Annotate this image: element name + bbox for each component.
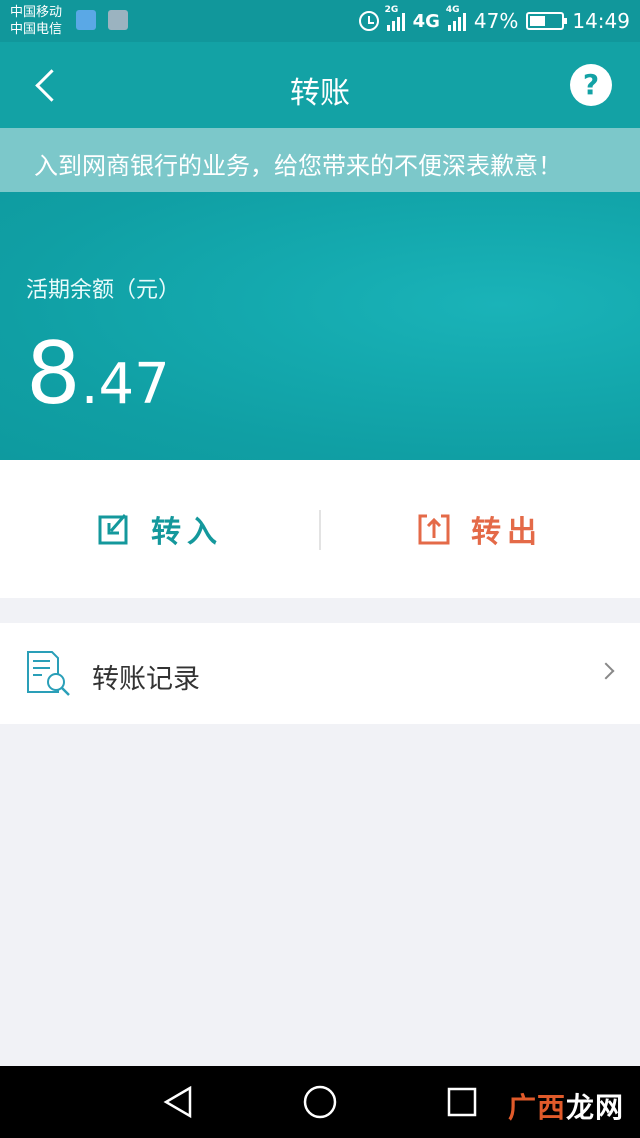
carrier-labels: 中国移动 中国电信 <box>10 4 62 38</box>
network-type: 4G <box>412 10 440 32</box>
battery-icon <box>526 12 568 30</box>
transfer-actions: 转入 转出 <box>0 460 640 598</box>
transfer-out-icon <box>418 514 450 545</box>
balance-panel: 活期余额（元） 8.47 <box>0 192 640 460</box>
page-title: 转账 <box>290 76 350 111</box>
balance-integer: 8 <box>26 324 81 424</box>
document-search-icon <box>27 651 70 696</box>
notice-text: 入到网商银行的业务，给您带来的不便深表歉意！ <box>34 152 562 180</box>
nav-recents-icon[interactable] <box>444 1084 480 1120</box>
watermark-part-b: 龙网 <box>565 1091 624 1124</box>
signal-4g-tag: 4G <box>445 5 460 15</box>
nav-bar: 转账 ? <box>0 42 640 128</box>
transfer-in-icon <box>98 514 128 545</box>
carrier-2: 中国电信 <box>10 22 63 37</box>
system-nav-bar: 广西龙网 <box>0 1066 640 1138</box>
battery-percent: 47% <box>473 9 519 33</box>
balance-amount: 8.47 <box>26 324 170 435</box>
status-bar: 中国移动 中国电信 2G 4G 4G 47% 14:49 <box>0 0 640 42</box>
balance-label: 活期余额（元） <box>26 278 181 303</box>
signal-2g-icon: 2G <box>385 5 405 31</box>
nav-back-icon[interactable] <box>160 1084 196 1120</box>
gallery-notification-icon <box>108 10 128 30</box>
clock: 14:49 <box>572 9 630 33</box>
carrier-1: 中国移动 <box>10 5 63 20</box>
transfer-in-button[interactable]: 转入 <box>0 460 320 598</box>
alarm-icon <box>358 11 379 31</box>
notice-banner[interactable]: 入到网商银行的业务，给您带来的不便深表歉意！ <box>0 128 640 192</box>
transfer-out-button[interactable]: 转出 <box>320 460 640 598</box>
transfer-records-row[interactable]: 转账记录 <box>0 623 640 724</box>
transfer-in-label: 转入 <box>151 515 223 550</box>
nav-home-icon[interactable] <box>302 1084 338 1120</box>
question-mark-icon[interactable]: ? <box>570 64 612 106</box>
balance-decimal: .47 <box>80 352 170 417</box>
signal-2g-tag: 2G <box>384 5 399 15</box>
status-indicators: 2G 4G 4G 47% 14:49 <box>358 5 630 36</box>
watermark: 广西龙网 <box>508 1086 624 1126</box>
transfer-out-label: 转出 <box>471 515 543 550</box>
watermark-part-a: 广西 <box>507 1091 566 1124</box>
signal-4g-icon: 4G <box>446 5 466 31</box>
health-app-icon <box>76 10 96 30</box>
chevron-right-icon <box>597 662 615 680</box>
transfer-records-label: 转账记录 <box>92 664 200 695</box>
